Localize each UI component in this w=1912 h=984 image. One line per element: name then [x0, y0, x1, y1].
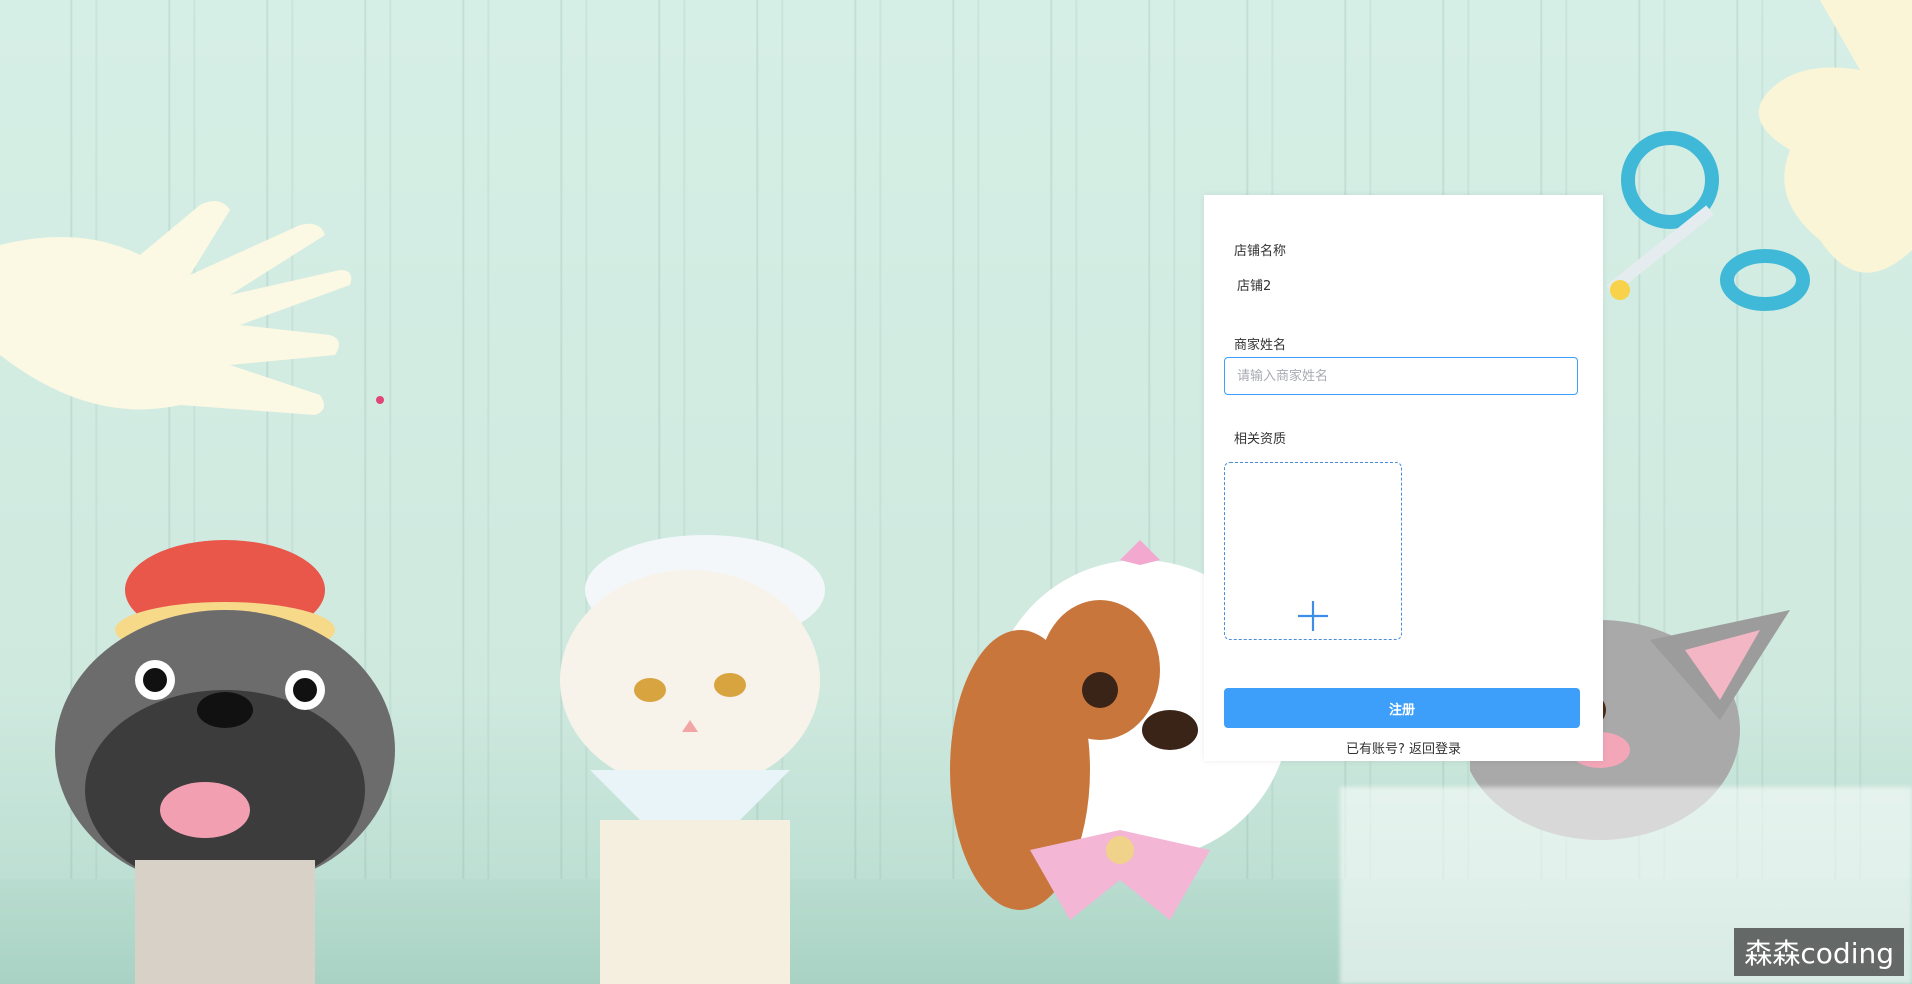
cat-illustration: [560, 535, 825, 984]
hand-illustration-left: [0, 201, 384, 415]
shop-name-label: 店铺名称: [1234, 244, 1287, 259]
shop-name-value: 店铺2: [1237, 279, 1272, 294]
register-form-card: 店铺名称 店铺2 商家姓名 相关资质 注册 已有账号? 返回登录: [1204, 195, 1603, 761]
merchant-name-input[interactable]: [1224, 357, 1578, 395]
qualification-uploader[interactable]: [1224, 462, 1402, 640]
register-button[interactable]: 注册: [1224, 688, 1580, 728]
plus-icon: [1298, 601, 1328, 631]
have-account-text: 已有账号?: [1345, 742, 1405, 757]
back-to-login-link[interactable]: 返回登录: [1409, 742, 1461, 757]
page-background: 店铺名称 店铺2 商家姓名 相关资质 注册 已有账号? 返回登录 森森codin…: [0, 0, 1912, 984]
merchant-name-label: 商家姓名: [1234, 338, 1287, 353]
qualification-label: 相关资质: [1234, 432, 1287, 447]
watermark: 森森coding: [1734, 928, 1904, 976]
hand-scissors-illustration: [1606, 0, 1912, 311]
login-prompt: 已有账号? 返回登录: [1204, 738, 1603, 757]
pug-illustration: [55, 540, 395, 984]
